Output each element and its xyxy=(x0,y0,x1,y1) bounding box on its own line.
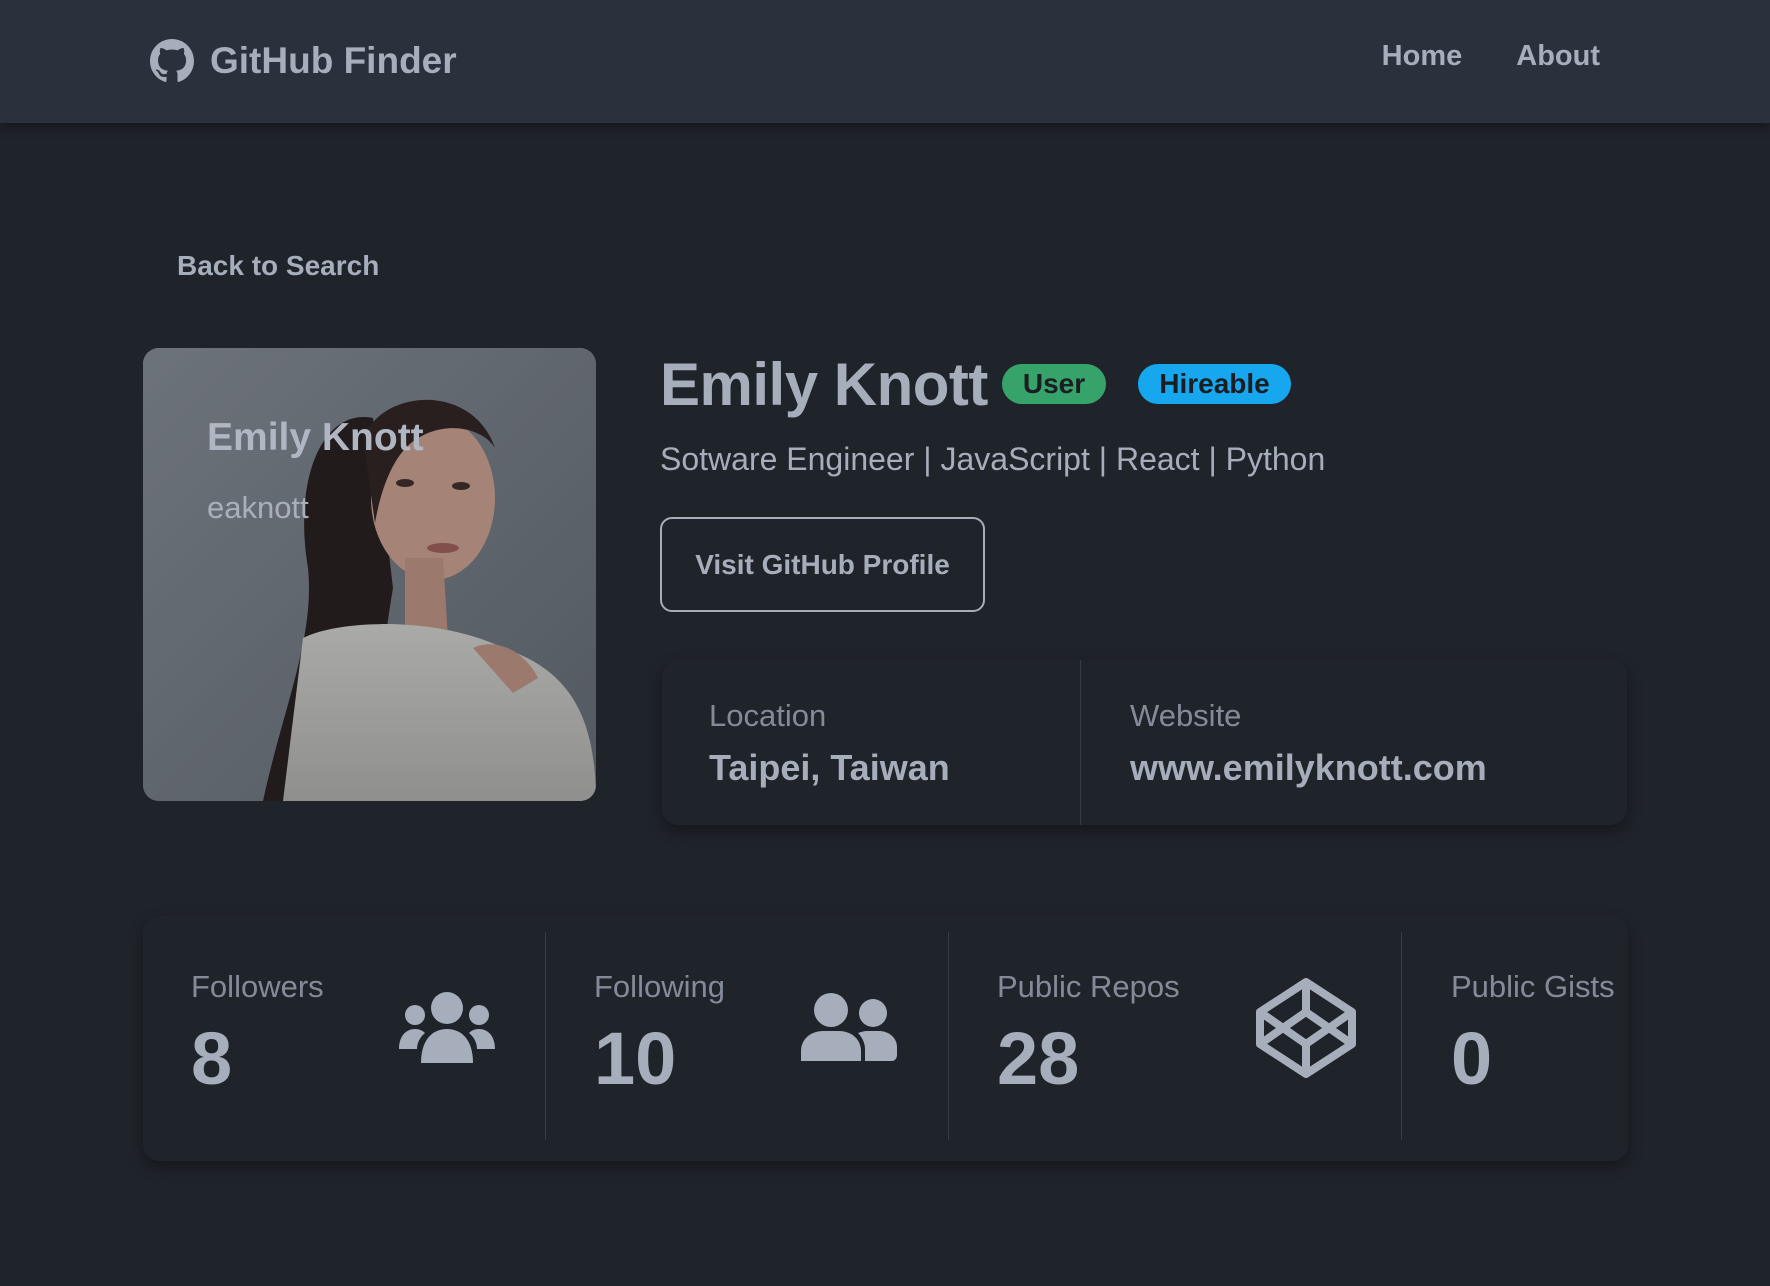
followers-label: Followers xyxy=(191,969,324,1004)
users-icon xyxy=(399,992,495,1063)
stat-divider xyxy=(948,932,949,1140)
back-to-search-link[interactable]: Back to Search xyxy=(177,250,379,282)
followers-count: 8 xyxy=(191,1017,233,1100)
avatar-name: Emily Knott xyxy=(207,416,424,459)
public-gists-label: Public Gists xyxy=(1451,969,1615,1004)
visit-github-profile-button[interactable]: Visit GitHub Profile xyxy=(660,517,985,612)
nav-about-link[interactable]: About xyxy=(1516,40,1600,73)
public-repos-label: Public Repos xyxy=(997,969,1180,1004)
location-value: Taipei, Taiwan xyxy=(709,747,950,788)
website-label: Website xyxy=(1130,698,1242,733)
avatar-login: eaknott xyxy=(207,490,309,525)
profile-bio: Sotware Engineer | JavaScript | React | … xyxy=(660,441,1326,477)
location-label: Location xyxy=(709,698,827,733)
nav-home-link[interactable]: Home xyxy=(1382,40,1463,73)
stats-card: Followers 8 Following 10 Public Repos 28… xyxy=(143,916,1628,1161)
brand-title: GitHub Finder xyxy=(210,40,457,81)
brand[interactable]: GitHub Finder xyxy=(150,36,457,86)
user-badge: User xyxy=(1002,364,1106,404)
github-icon xyxy=(150,39,194,82)
stat-divider xyxy=(1401,932,1402,1140)
following-label: Following xyxy=(594,969,725,1004)
following-count: 10 xyxy=(594,1017,677,1100)
info-card: Location Taipei, Taiwan Website www.emil… xyxy=(662,660,1627,825)
hireable-badge: Hireable xyxy=(1138,364,1291,404)
navbar: GitHub Finder Home About xyxy=(0,0,1770,123)
stat-divider xyxy=(545,932,546,1140)
website-link[interactable]: www.emilyknott.com xyxy=(1130,747,1487,789)
profile-name: Emily Knott xyxy=(660,351,988,418)
public-repos-count: 28 xyxy=(997,1017,1080,1100)
avatar-card: Emily Knott eaknott xyxy=(143,348,596,801)
codepen-icon xyxy=(1256,978,1356,1078)
nav-links: Home About xyxy=(1382,40,1600,73)
user-friends-icon xyxy=(801,993,897,1061)
info-divider xyxy=(1080,660,1081,825)
public-gists-count: 0 xyxy=(1451,1017,1493,1100)
